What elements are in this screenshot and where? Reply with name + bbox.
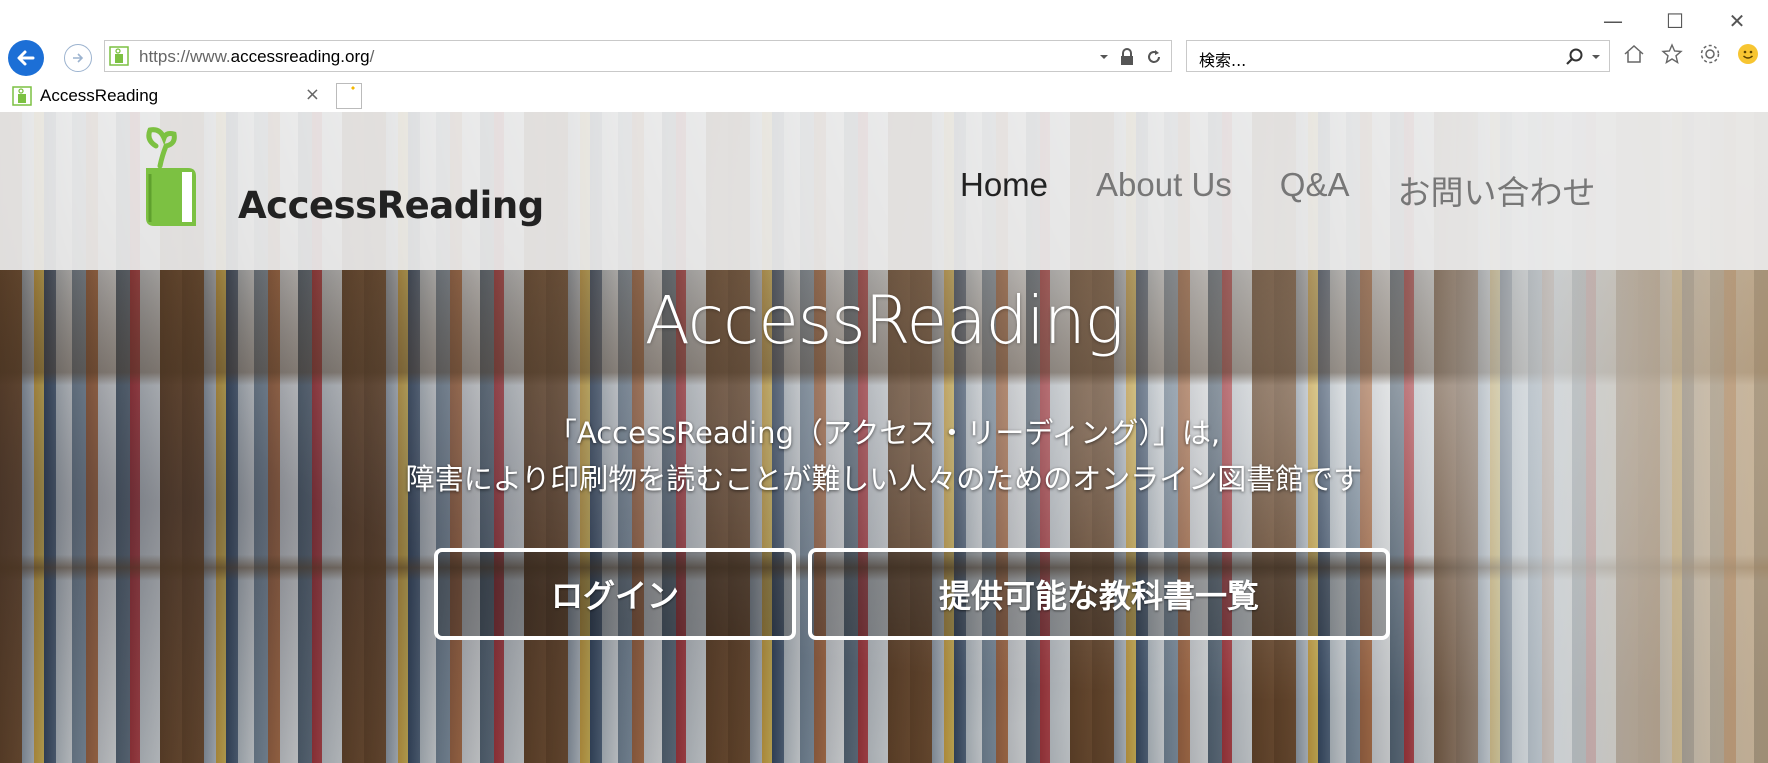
tab-strip: AccessReading × — [0, 80, 1768, 112]
search-box[interactable]: 検索... — [1186, 40, 1610, 72]
address-bar[interactable]: https://www.accessreading.org/ — [104, 40, 1172, 72]
address-url: https://www.accessreading.org/ — [139, 47, 374, 67]
favorites-star-icon[interactable] — [1660, 42, 1684, 66]
search-tools — [1565, 45, 1601, 69]
forward-arrow-icon — [73, 53, 84, 63]
site-logo[interactable]: AccessReading — [140, 126, 544, 256]
back-button[interactable] — [8, 40, 44, 76]
address-tools — [1099, 45, 1163, 69]
site-nav: Home About Us Q&A お問い合わせ — [960, 166, 1595, 214]
tab-title: AccessReading — [40, 86, 159, 105]
nav-home[interactable]: Home — [960, 166, 1048, 214]
feedback-smiley-icon[interactable] — [1736, 42, 1760, 66]
nav-qa[interactable]: Q&A — [1280, 166, 1350, 214]
book-sprout-logo-icon — [146, 127, 196, 226]
tab-accessreading[interactable]: AccessReading × — [12, 80, 330, 112]
search-input[interactable]: 検索... — [1199, 47, 1246, 71]
page-content: AccessReading Home About Us Q&A お問い合わせ A… — [0, 112, 1768, 763]
tab-favicon-icon — [12, 86, 32, 106]
home-icon[interactable] — [1622, 42, 1646, 66]
window-controls: — ☐ ✕ — [1582, 6, 1768, 36]
refresh-icon[interactable] — [1145, 48, 1163, 66]
maximize-button[interactable]: ☐ — [1644, 6, 1706, 36]
tab-close-button[interactable]: × — [305, 84, 320, 105]
search-dropdown-icon[interactable] — [1591, 52, 1601, 62]
site-favicon-icon — [109, 46, 129, 66]
dropdown-arrow-icon[interactable] — [1099, 52, 1109, 62]
url-host: accessreading.org — [230, 47, 370, 66]
browser-nav-row: https://www.accessreading.org/ 検索... — [0, 36, 1768, 76]
browser-right-icons — [1622, 42, 1760, 66]
new-tab-button[interactable] — [336, 83, 362, 109]
nav-contact[interactable]: お問い合わせ — [1397, 166, 1595, 214]
forward-button[interactable] — [64, 44, 92, 72]
minimize-button[interactable]: — — [1582, 6, 1644, 36]
back-arrow-icon — [17, 50, 35, 66]
login-button[interactable]: ログイン — [434, 548, 796, 640]
hero-subtitle: 「AccessReading（アクセス・リーディング）」は, 障害により印刷物を… — [0, 410, 1768, 502]
nav-about-us[interactable]: About Us — [1096, 166, 1232, 214]
hero-subtitle-line1: 「AccessReading（アクセス・リーディング）」は, — [547, 416, 1221, 450]
settings-gear-icon[interactable] — [1698, 42, 1722, 66]
hero-subtitle-line2: 障害により印刷物を読むことが難しい人々のためのオンライン図書館です — [405, 462, 1363, 496]
url-prefix: https://www. — [139, 47, 231, 66]
url-suffix: / — [369, 47, 375, 66]
hero-title: AccessReading — [644, 282, 1125, 359]
new-tab-icon — [351, 86, 355, 90]
site-header: AccessReading Home About Us Q&A お問い合わせ — [0, 112, 1768, 270]
textbook-list-button[interactable]: 提供可能な教科書一覧 — [808, 548, 1390, 640]
logo-text: AccessReading — [238, 184, 544, 227]
close-window-button[interactable]: ✕ — [1706, 6, 1768, 36]
search-icon[interactable] — [1565, 47, 1585, 67]
browser-chrome: — ☐ ✕ https://www.accessreading.org/ 検索.… — [0, 0, 1768, 112]
lock-icon[interactable] — [1119, 48, 1135, 66]
